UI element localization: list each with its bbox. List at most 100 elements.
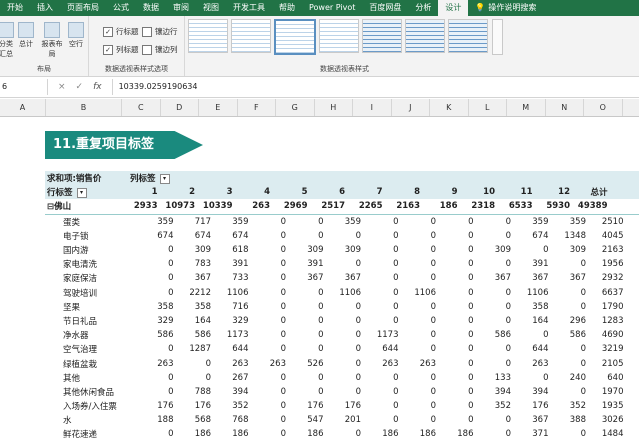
col-header-cell[interactable]: 总计 — [572, 186, 610, 198]
pivot-cell[interactable]: 2510 — [588, 217, 626, 227]
column-header[interactable]: G — [276, 99, 315, 116]
pivot-cell[interactable]: 2163 — [385, 201, 423, 211]
pivot-cell[interactable]: 0 — [476, 231, 514, 241]
pivot-cell[interactable]: 0 — [476, 259, 514, 269]
pivot-cell[interactable]: 4045 — [588, 231, 626, 241]
filter-dropdown-icon[interactable]: ▾ — [159, 173, 170, 184]
pivot-cell[interactable]: 0 — [438, 231, 476, 241]
pivot-cell[interactable]: 0 — [251, 415, 289, 425]
column-header[interactable]: K — [430, 99, 469, 116]
pivot-cell[interactable]: 0 — [363, 415, 401, 425]
pivot-cell[interactable]: 0 — [138, 273, 176, 283]
pivot-cell[interactable]: 0 — [476, 288, 514, 298]
pivot-cell[interactable]: 0 — [326, 373, 364, 383]
column-header[interactable]: J — [392, 99, 430, 116]
pivot-row[interactable]: 净水器 586 586 1173 0 0 0 1173 0 0 586 0 586 4690 — [45, 328, 639, 342]
pivot-cell[interactable]: 0 — [288, 302, 326, 312]
pivot-cell[interactable]: 0 — [551, 429, 589, 439]
pivot-cell[interactable]: 0 — [326, 330, 364, 340]
pivot-cell[interactable]: 2212 — [176, 288, 214, 298]
row-label[interactable]: 绿植盆栽 — [45, 358, 138, 370]
row-label[interactable]: 其他 — [45, 372, 138, 384]
row-label[interactable]: 电子锁 — [45, 230, 138, 242]
pivot-cell[interactable]: 0 — [363, 387, 401, 397]
pivot-cell[interactable]: 644 — [363, 344, 401, 354]
fx-icon[interactable]: fx — [93, 82, 102, 92]
pivot-cell[interactable]: 0 — [438, 288, 476, 298]
pivot-cell[interactable]: 1935 — [588, 401, 626, 411]
row-label[interactable]: 家电清洗 — [45, 258, 138, 270]
col-header-cell[interactable]: 10 — [460, 187, 498, 197]
pivot-cell[interactable]: 640 — [588, 373, 626, 383]
col-header-cell[interactable]: 4 — [235, 187, 273, 197]
pivot-cell[interactable]: 0 — [288, 288, 326, 298]
pivot-cell[interactable]: 0 — [401, 415, 439, 425]
pivot-cell[interactable]: 0 — [251, 316, 289, 326]
pivot-cell[interactable]: 133 — [476, 373, 514, 383]
pivot-cell[interactable]: 674 — [176, 231, 214, 241]
pivot-cell[interactable]: 0 — [513, 373, 551, 383]
pivot-cell[interactable]: 0 — [476, 316, 514, 326]
pivot-cell[interactable]: 49389 — [572, 201, 610, 211]
pivot-cell[interactable]: 0 — [438, 344, 476, 354]
pivot-cell[interactable]: 0 — [326, 429, 364, 439]
pivot-cell[interactable]: 0 — [326, 259, 364, 269]
column-header[interactable]: N — [546, 99, 584, 116]
col-header-cell[interactable]: 1 — [122, 187, 160, 197]
pivot-cell[interactable]: 329 — [213, 316, 251, 326]
pivot-cell[interactable]: 296 — [551, 316, 589, 326]
pivot-cell[interactable]: 2932 — [588, 273, 626, 283]
pivot-cell[interactable]: 186 — [422, 201, 460, 211]
pivot-cell[interactable]: 10339 — [197, 201, 235, 211]
pivot-cell[interactable]: 391 — [288, 259, 326, 269]
row-label[interactable]: 坚果 — [45, 301, 138, 313]
pivot-cell[interactable]: 5930 — [535, 201, 573, 211]
pivot-cell[interactable]: 0 — [326, 231, 364, 241]
pivot-cell[interactable]: 0 — [251, 231, 289, 241]
pivot-cell[interactable]: 0 — [401, 401, 439, 411]
pivot-cell[interactable]: 367 — [176, 273, 214, 283]
pivot-cell[interactable]: 6533 — [497, 201, 535, 211]
pivot-cell[interactable]: 618 — [213, 245, 251, 255]
col-header-cell[interactable]: 7 — [347, 187, 385, 197]
pivot-cell[interactable]: 1106 — [513, 288, 551, 298]
pivot-cell[interactable]: 0 — [438, 259, 476, 269]
pivot-cell[interactable]: 568 — [176, 415, 214, 425]
pivot-cell[interactable]: 0 — [438, 245, 476, 255]
pivot-row[interactable]: 水 188 568 768 0 547 201 0 0 0 0 367 388 3026 — [45, 413, 639, 427]
pivot-cell[interactable]: 188 — [138, 415, 176, 425]
pivot-row[interactable]: 国内游 0 309 618 0 309 309 0 0 0 309 0 309 2163 — [45, 243, 639, 257]
pivot-cell[interactable]: 359 — [551, 217, 589, 227]
pivot-cell[interactable]: 186 — [401, 429, 439, 439]
pivot-cell[interactable]: 263 — [513, 359, 551, 369]
pivot-cell[interactable]: 0 — [288, 217, 326, 227]
pivot-cell[interactable]: 263 — [213, 359, 251, 369]
col-header-cell[interactable]: 2 — [160, 187, 198, 197]
pivot-cell[interactable]: 367 — [288, 273, 326, 283]
pivot-cell[interactable]: 0 — [326, 387, 364, 397]
pivot-cell[interactable]: 371 — [513, 429, 551, 439]
pivot-cell[interactable]: 263 — [138, 359, 176, 369]
column-header[interactable]: B — [46, 99, 122, 116]
menu-tab[interactable]: 数据 — [136, 0, 166, 16]
pivot-cell[interactable]: 263 — [363, 359, 401, 369]
pivot-cell[interactable]: 783 — [176, 259, 214, 269]
menu-tab[interactable]: 公式 — [106, 0, 136, 16]
pivot-cell[interactable]: 0 — [363, 316, 401, 326]
pivot-cell[interactable]: 0 — [251, 330, 289, 340]
pivot-cell[interactable]: 186 — [176, 429, 214, 439]
menu-tab[interactable]: 开始 — [0, 0, 30, 16]
menu-tab[interactable]: 帮助 — [272, 0, 302, 16]
pivot-cell[interactable]: 0 — [551, 359, 589, 369]
pivot-cell[interactable]: 186 — [363, 429, 401, 439]
pivot-cell[interactable]: 586 — [551, 330, 589, 340]
pivot-cell[interactable]: 367 — [513, 415, 551, 425]
column-header[interactable]: D — [161, 99, 199, 116]
col-header-cell[interactable]: 6 — [310, 187, 348, 197]
row-label[interactable]: 空气治理 — [45, 343, 138, 355]
column-header[interactable]: O — [584, 99, 623, 116]
pivot-row[interactable]: 空气治理 0 1287 644 0 0 0 644 0 0 0 644 0 3219 — [45, 342, 639, 356]
menu-tab[interactable]: 视图 — [196, 0, 226, 16]
pivot-cell[interactable]: 367 — [551, 273, 589, 283]
pivot-cell[interactable]: 176 — [288, 401, 326, 411]
